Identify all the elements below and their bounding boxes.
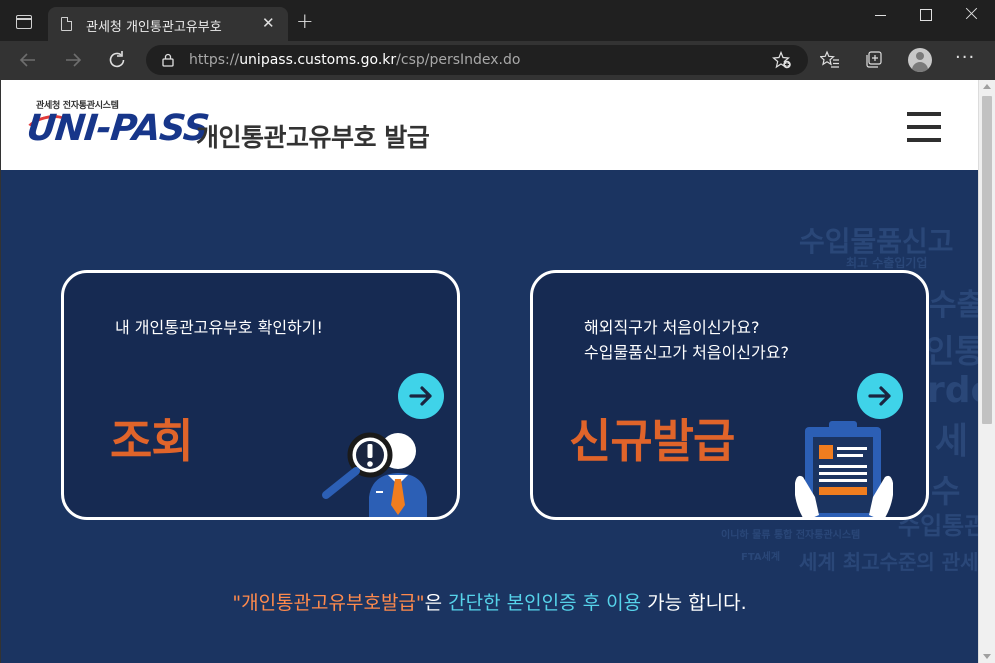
address-bar[interactable]: https://unipass.customs.go.kr/csp/persIn… [146,45,808,75]
bg-text: 세 [935,421,969,462]
new-issue-card[interactable]: 해외직구가 처음이신가요? 수입물품신고가 처음이신가요? 신규발급 [530,270,929,520]
tab-title: 관세청 개인통관고유부호 [86,20,222,35]
site-header: 관세청 전자통관시스템 UNI-PASS 개인통관고유부호 발급 [1,80,978,170]
page-scrollbar[interactable] [978,80,995,663]
notice-highlight-auth: 간단한 본인인증 후 이용 [448,592,642,614]
back-button[interactable] [15,47,41,73]
back-arrow-icon [19,53,35,67]
bg-text: 세계 최고수준의 관세 [799,550,978,574]
bg-text: 인통 [925,332,978,370]
unipass-logo[interactable]: 관세청 전자통관시스템 UNI-PASS [22,94,210,154]
lookup-action-label: 조회 [110,414,194,468]
forward-arrow-icon [66,53,82,67]
logo-wordmark: UNI-PASS [24,108,211,149]
issue-arrow-button[interactable] [857,373,903,419]
maximize-button[interactable] [911,6,939,26]
issue-description-line2: 수입물품신고가 처음이신가요? [584,343,789,362]
browser-titlebar: 관세청 개인통관고유부호 ✕ + [0,0,995,41]
collections-icon[interactable] [864,50,884,70]
reload-icon [109,51,125,68]
page-icon [61,17,72,31]
browser-toolbar: https://unipass.customs.go.kr/csp/persIn… [0,41,995,80]
issue-description-line1: 해외직구가 처음이신가요? [584,318,760,337]
add-favorite-icon[interactable] [772,51,792,69]
bg-text: 수입물품신고 [799,225,954,258]
scroll-down-icon[interactable] [983,654,991,659]
page-title: 개인통관고유부호 발급 [196,123,430,152]
bg-text: 수출 [929,288,978,323]
notice-text-end: 가능 합니다. [641,592,747,614]
issue-action-label: 신규발급 [569,414,735,468]
hamburger-menu-icon[interactable] [907,112,941,142]
notice-text: 은 [424,592,449,614]
bg-text: 최고 수출입기업 [846,256,928,270]
tab-actions-icon[interactable] [16,15,32,29]
arrow-right-icon [409,386,432,406]
arrow-right-icon [868,386,891,406]
profile-avatar[interactable] [908,48,932,72]
close-window-button[interactable] [957,6,985,26]
usage-notice: "개인통관고유부호발급"은 간단한 본인인증 후 이용 가능 합니다. [1,588,978,615]
bg-text: rdo [927,370,978,411]
bg-text: 이니하 물류 통합 전자통관시스템 [721,530,861,541]
favorites-icon[interactable] [820,50,840,70]
minimize-button[interactable] [866,6,894,26]
forward-button[interactable] [60,47,86,73]
scroll-up-icon[interactable] [983,84,991,89]
magnifier-person-icon [322,432,427,517]
bg-text: FTA세계 [741,552,781,563]
url-text: https://unipass.customs.go.kr/csp/persIn… [189,52,521,68]
lookup-arrow-button[interactable] [398,373,444,419]
browser-tab[interactable]: 관세청 개인통관고유부호 ✕ [48,7,288,41]
scroll-thumb[interactable] [982,96,992,424]
tab-close-icon[interactable]: ✕ [262,14,275,32]
new-tab-button[interactable]: + [296,11,314,32]
page-viewport: 수입물품신고 최고 수출입기업 수출 인통 rdo 세 수 수입통관 이니하 물… [0,80,978,663]
reload-button[interactable] [104,47,130,73]
bg-text: 수 [931,472,961,510]
lookup-description: 내 개인통관고유부호 확인하기! [115,318,323,337]
clipboard-document-icon [795,421,893,517]
notice-highlight-title: "개인통관고유부호발급" [232,592,425,614]
lookup-card[interactable]: 내 개인통관고유부호 확인하기! 조회 [61,270,460,520]
settings-menu-icon[interactable]: ··· [955,48,975,68]
lock-icon[interactable] [162,53,174,67]
